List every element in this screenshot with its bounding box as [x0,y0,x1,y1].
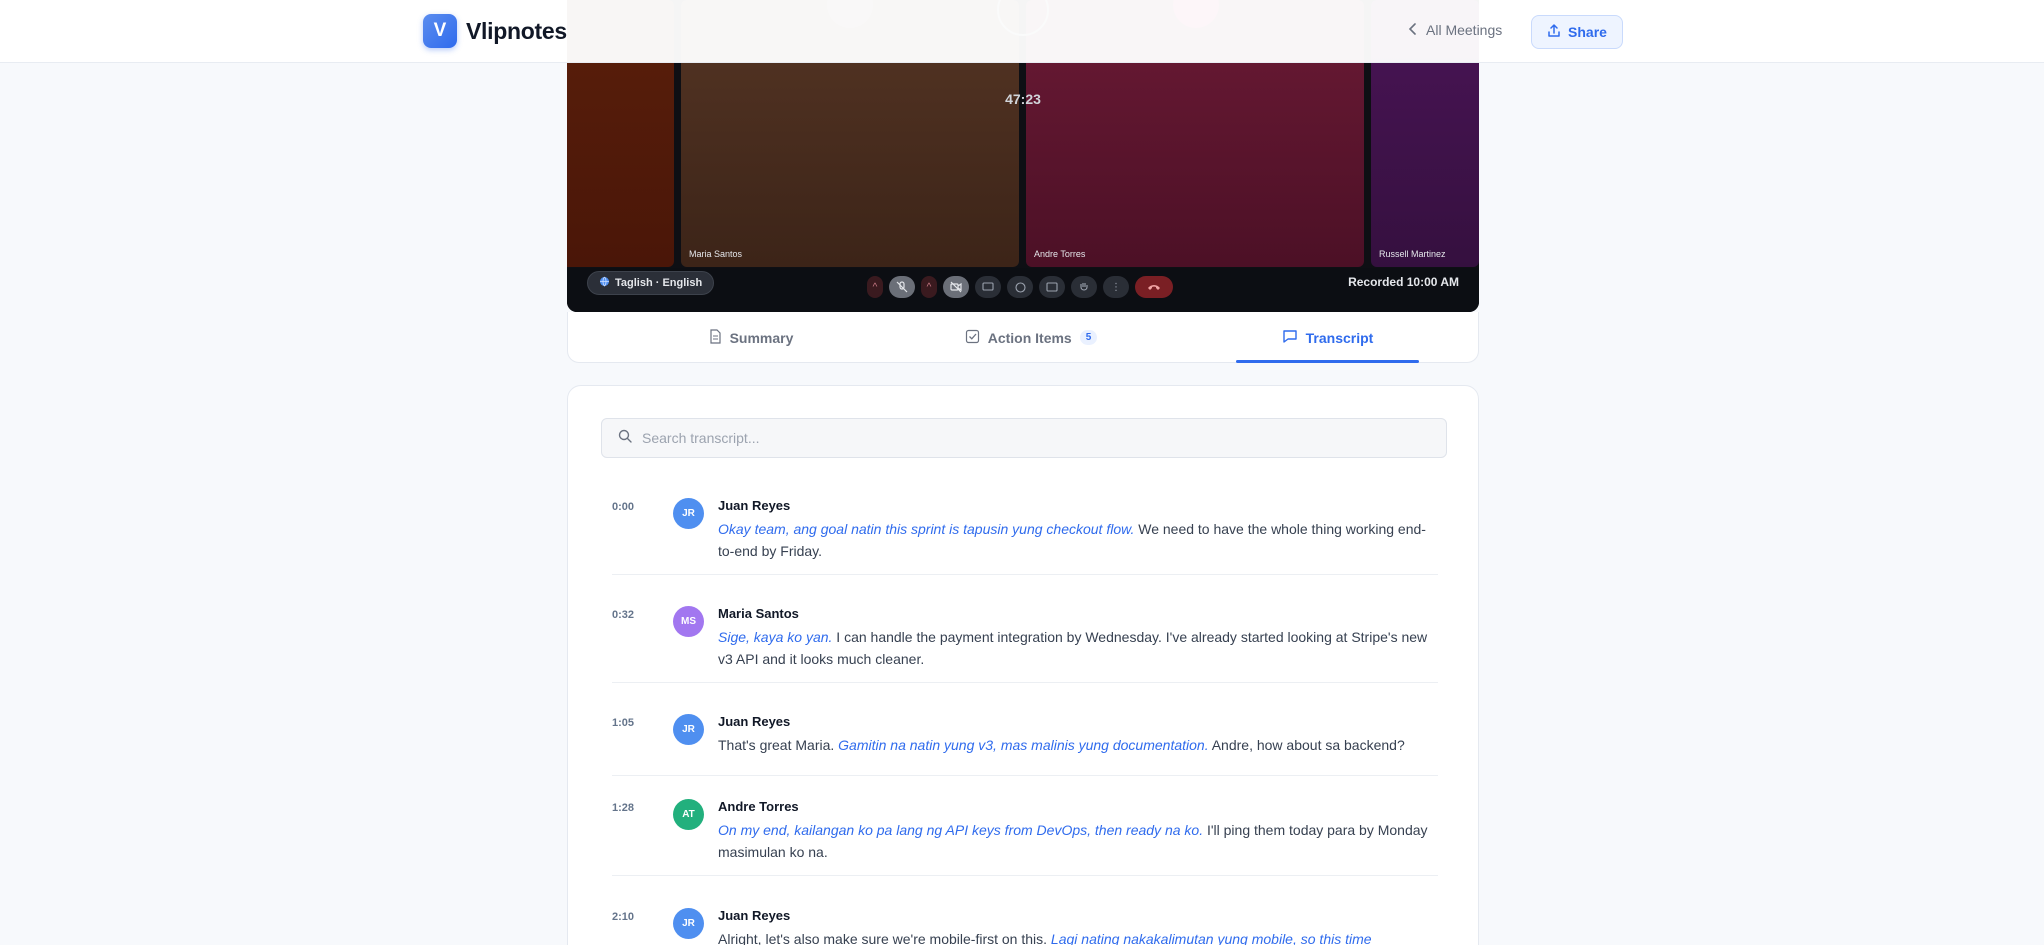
chevron-left-icon [1408,22,1418,38]
english-segment: Andre, how about sa backend? [1208,737,1405,753]
speaker-avatar: JR [673,498,704,529]
transcript-search [601,418,1447,458]
tab-transcript-label: Transcript [1305,329,1374,346]
document-icon [709,328,722,347]
content-tabs: Summary Action Items 5 Transcript [567,312,1479,363]
action-items-count-badge: 5 [1079,330,1098,345]
speaker-avatar: JR [673,714,704,745]
tab-action-items-label: Action Items [987,329,1072,346]
language-selector[interactable]: Taglish · English [587,271,715,295]
mic-options-icon[interactable]: ^ [867,276,883,298]
speaker-name: Juan Reyes [718,908,791,923]
all-meetings-label: All Meetings [1426,22,1503,38]
tagalog-segment: On my end, kailangan ko pa lang ng API k… [718,822,1204,838]
speaker-avatar: JR [673,908,704,939]
speaker-name: Maria Santos [718,606,799,621]
chat-bubble-icon [1282,329,1298,347]
tab-summary[interactable]: Summary [676,312,826,363]
call-controls: ^ ^ ⋮ [867,276,1173,298]
speaker-avatar: MS [673,606,704,637]
top-header: V Vlipnotes All Meetings Share [0,0,2044,63]
entry-divider [612,682,1438,683]
tagalog-segment: Sige, kaya ko yan. [718,629,833,645]
end-call-icon[interactable] [1135,276,1173,298]
tagalog-segment: Okay team, ang goal natin this sprint is… [718,521,1135,537]
mic-off-icon[interactable] [889,276,915,298]
entry-text: Sige, kaya ko yan. I can handle the paym… [718,626,1438,670]
speaker-name: Juan Reyes [718,498,791,513]
recorded-time: Recorded 10:00 AM [1348,275,1459,289]
entry-text: Okay team, ang goal natin this sprint is… [718,518,1438,562]
speaker-name: Juan Reyes [718,714,791,729]
app-name: Vlipnotes [466,17,567,44]
tab-transcript[interactable]: Transcript [1236,312,1419,363]
participant-name: Russell Martinez [1379,249,1446,259]
raise-hand-icon[interactable] [1071,276,1097,298]
english-segment: That's great Maria. [718,737,839,753]
language-label: Taglish · English [615,277,703,289]
entry-timestamp[interactable]: 1:05 [612,717,634,729]
logo-mark: V [423,14,457,48]
all-meetings-link[interactable]: All Meetings [1408,22,1502,38]
entry-text: That's great Maria. Gamitin na natin yun… [718,734,1438,756]
screen-share-icon[interactable] [975,276,1001,298]
video-control-bar: Taglish · English ^ ^ ⋮ Recorded 10:00 A… [567,268,1479,312]
speaker-name: Andre Torres [718,799,799,814]
camera-options-icon[interactable]: ^ [921,276,937,298]
active-tab-indicator [1236,360,1419,363]
share-icon [1547,23,1561,41]
entry-divider [612,775,1438,776]
entry-divider [612,574,1438,575]
share-label: Share [1568,24,1607,40]
app-logo[interactable]: V Vlipnotes [423,14,567,48]
participant-name: Maria Santos [689,249,743,259]
english-segment: Alright, let's also make sure we're mobi… [718,931,1051,945]
checkbox-icon [965,329,980,347]
tagalog-segment: Gamitin na natin yung v3, mas malinis yu… [838,737,1209,753]
tab-action-items[interactable]: Action Items 5 [946,312,1116,363]
camera-off-icon[interactable] [943,276,969,298]
participant-name: Andre Torres [1034,249,1086,259]
tagalog-segment: Lagi nating nakakalimutan yung mobile, s… [1050,931,1372,945]
recording-timer: 47:23 [1005,91,1041,107]
reactions-icon[interactable] [1007,276,1033,298]
entry-timestamp[interactable]: 0:32 [612,609,634,621]
tab-summary-label: Summary [729,329,794,346]
entry-divider [612,875,1438,876]
transcript-panel: 0:00 JR Juan Reyes Okay team, ang goal nati… [567,385,1479,945]
search-icon [618,429,632,448]
globe-icon [599,276,610,290]
entry-text: Alright, let's also make sure we're mobi… [718,928,1438,945]
search-input[interactable] [642,430,1422,446]
share-button[interactable]: Share [1531,15,1623,49]
entry-timestamp[interactable]: 2:10 [612,911,634,923]
captions-icon[interactable] [1039,276,1065,298]
speaker-avatar: AT [673,799,704,830]
entry-text: On my end, kailangan ko pa lang ng API k… [718,819,1438,863]
entry-timestamp[interactable]: 1:28 [612,802,634,814]
more-options-icon[interactable]: ⋮ [1103,276,1129,298]
entry-timestamp[interactable]: 0:00 [612,501,634,513]
